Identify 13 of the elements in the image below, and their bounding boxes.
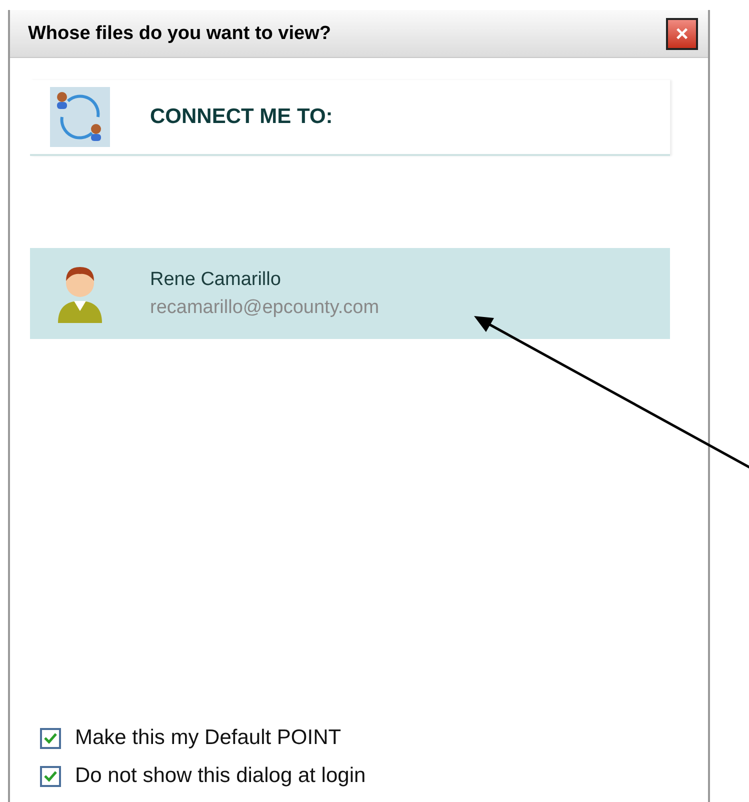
checkbox[interactable]: [40, 728, 61, 748]
people-sync-icon: [50, 87, 110, 147]
option-label: Do not show this dialog at login: [75, 764, 366, 788]
checkbox[interactable]: [40, 766, 61, 786]
option-label: Make this my Default POINT: [75, 726, 342, 750]
close-button[interactable]: ×: [666, 18, 698, 50]
window-title: Whose files do you want to view?: [28, 22, 331, 44]
person-item[interactable]: Rene Camarillo recamarillo@epcounty.com: [30, 248, 670, 339]
checkmark-icon: [44, 732, 57, 744]
person-email: recamarillo@epcounty.com: [150, 296, 380, 318]
checkmark-icon: [44, 770, 57, 782]
header-title: CONNECT ME TO:: [150, 105, 333, 129]
person-name: Rene Camarillo: [150, 268, 282, 290]
